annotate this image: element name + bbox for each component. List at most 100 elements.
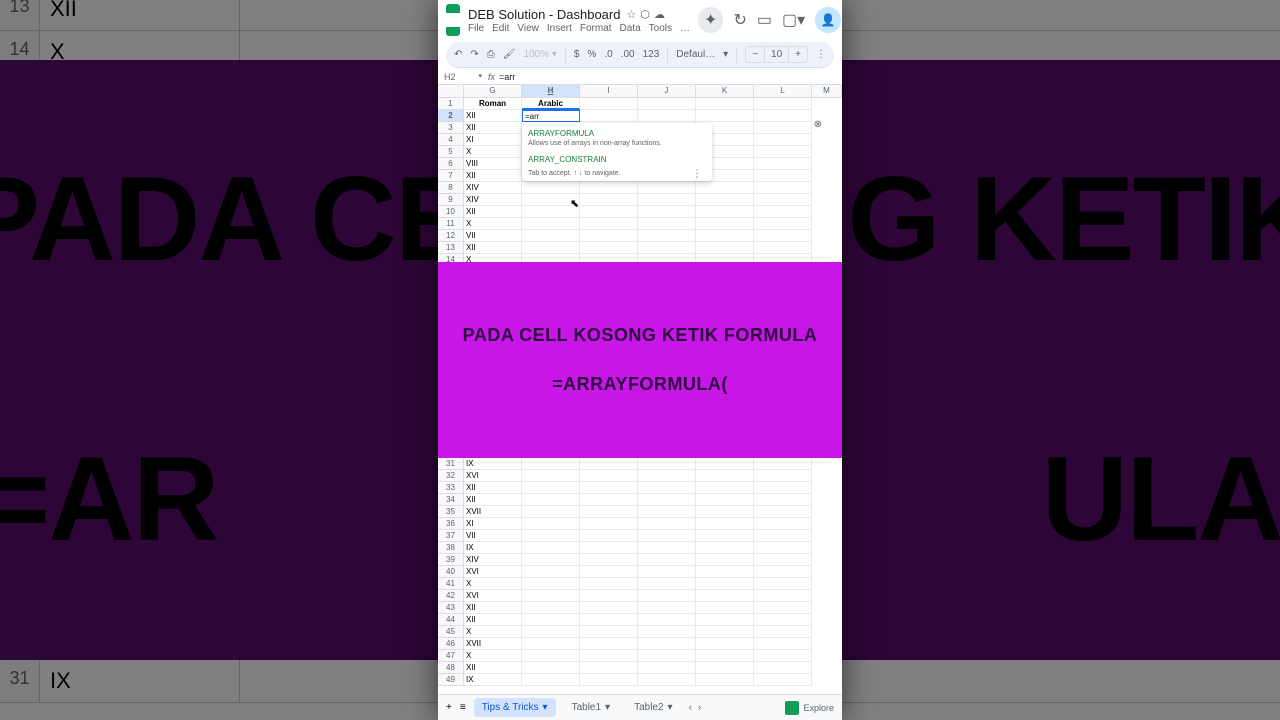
cell-i[interactable]: [580, 566, 638, 578]
cell-h[interactable]: [522, 590, 580, 602]
comment-icon[interactable]: ▭: [757, 10, 772, 30]
cell-i[interactable]: [580, 590, 638, 602]
close-icon[interactable]: ⊗: [814, 119, 822, 130]
cell-l[interactable]: [754, 158, 812, 170]
cell-h[interactable]: [522, 602, 580, 614]
star-icon[interactable]: ☆: [626, 8, 636, 21]
col-header-h[interactable]: H: [522, 85, 580, 97]
cell-k[interactable]: [696, 110, 754, 122]
cell-k[interactable]: [696, 566, 754, 578]
cell-j[interactable]: [638, 230, 696, 242]
cell-k[interactable]: [696, 230, 754, 242]
cell-j[interactable]: [638, 470, 696, 482]
menu-edit[interactable]: Edit: [492, 23, 509, 34]
cell-h[interactable]: [522, 542, 580, 554]
tab-next-button[interactable]: ›: [698, 702, 701, 713]
cell-g[interactable]: X: [464, 146, 522, 158]
sheet-tab-table2[interactable]: Table2▾: [626, 698, 681, 717]
menu-tools[interactable]: Tools: [649, 23, 672, 34]
cell-h[interactable]: =arr: [522, 110, 580, 122]
cell-l[interactable]: [754, 602, 812, 614]
cell-k[interactable]: [696, 554, 754, 566]
cell-i[interactable]: [580, 194, 638, 206]
cell-l[interactable]: [754, 218, 812, 230]
toolbar-more-icon[interactable]: ⋮: [816, 49, 826, 60]
cell-l[interactable]: [754, 110, 812, 122]
print-button[interactable]: ⎙: [487, 49, 495, 60]
autocomplete-item[interactable]: ARRAYFORMULA: [528, 127, 706, 140]
cell-i[interactable]: [580, 626, 638, 638]
col-header-g[interactable]: G: [464, 85, 522, 97]
cell-g[interactable]: X: [464, 650, 522, 662]
sheets-logo-icon[interactable]: [446, 4, 460, 36]
row-header[interactable]: 5: [438, 146, 464, 158]
cell-g[interactable]: XII: [464, 170, 522, 182]
cell-l[interactable]: [754, 242, 812, 254]
cell-h[interactable]: [522, 554, 580, 566]
cell-j[interactable]: [638, 218, 696, 230]
cell-l[interactable]: [754, 662, 812, 674]
fontsize-decrease[interactable]: −: [746, 47, 764, 62]
cell-h[interactable]: [522, 494, 580, 506]
cell-k[interactable]: [696, 638, 754, 650]
chevron-down-icon[interactable]: ▾: [543, 702, 548, 713]
cell-g1[interactable]: Roman: [464, 98, 522, 110]
cell-h[interactable]: [522, 530, 580, 542]
paint-format-button[interactable]: 🖌: [503, 49, 516, 60]
cell-g[interactable]: XVII: [464, 506, 522, 518]
undo-button[interactable]: ↶: [454, 49, 462, 60]
cell-g[interactable]: XVII: [464, 638, 522, 650]
autocomplete-menu-icon[interactable]: ⋮: [692, 168, 702, 179]
col-header-m[interactable]: M: [812, 85, 842, 97]
cell-j[interactable]: [638, 578, 696, 590]
cell-h[interactable]: [522, 218, 580, 230]
cloud-icon[interactable]: ☁: [654, 8, 665, 21]
menu-format[interactable]: Format: [580, 23, 612, 34]
cell-l[interactable]: [754, 182, 812, 194]
cell-g[interactable]: IX: [464, 674, 522, 686]
cell-g[interactable]: X: [464, 626, 522, 638]
row-header[interactable]: 42: [438, 590, 464, 602]
zoom-level[interactable]: 100% ▾: [523, 49, 556, 60]
cell-g[interactable]: XII: [464, 242, 522, 254]
row-header[interactable]: 34: [438, 494, 464, 506]
cell-j1[interactable]: [638, 98, 696, 110]
cell-l[interactable]: [754, 134, 812, 146]
cell-l[interactable]: [754, 206, 812, 218]
cell-g[interactable]: VIII: [464, 158, 522, 170]
cell-h[interactable]: [522, 470, 580, 482]
row-header[interactable]: 38: [438, 542, 464, 554]
cell-i[interactable]: [580, 578, 638, 590]
cell-g[interactable]: XIV: [464, 194, 522, 206]
cell-g[interactable]: X: [464, 218, 522, 230]
cell-i[interactable]: [580, 458, 638, 470]
cell-i[interactable]: [580, 662, 638, 674]
cell-h[interactable]: [522, 518, 580, 530]
cell-g[interactable]: XI: [464, 518, 522, 530]
cell-g[interactable]: IX: [464, 542, 522, 554]
inc-decimal-button[interactable]: .00: [621, 49, 635, 60]
cell-l[interactable]: [754, 518, 812, 530]
cell-g[interactable]: XII: [464, 110, 522, 122]
cell-k[interactable]: [696, 650, 754, 662]
cell-h[interactable]: [522, 194, 580, 206]
menu-data[interactable]: Data: [620, 23, 641, 34]
cell-j[interactable]: [638, 530, 696, 542]
cell-i[interactable]: [580, 110, 638, 122]
sheet-tab-tips[interactable]: Tips & Tricks▾: [474, 698, 556, 717]
chevron-down-icon[interactable]: ▾: [605, 702, 610, 713]
cell-l[interactable]: [754, 122, 812, 134]
cell-h[interactable]: [522, 674, 580, 686]
row-header[interactable]: 6: [438, 158, 464, 170]
cell-h[interactable]: [522, 206, 580, 218]
cell-j[interactable]: [638, 206, 696, 218]
row-header[interactable]: 41: [438, 578, 464, 590]
row-header[interactable]: 49: [438, 674, 464, 686]
col-header-j[interactable]: J: [638, 85, 696, 97]
row-header[interactable]: 32: [438, 470, 464, 482]
cell-j[interactable]: [638, 506, 696, 518]
font-select[interactable]: Defaul…: [676, 49, 715, 60]
row-header[interactable]: 48: [438, 662, 464, 674]
cell-i[interactable]: [580, 650, 638, 662]
row-header[interactable]: 37: [438, 530, 464, 542]
